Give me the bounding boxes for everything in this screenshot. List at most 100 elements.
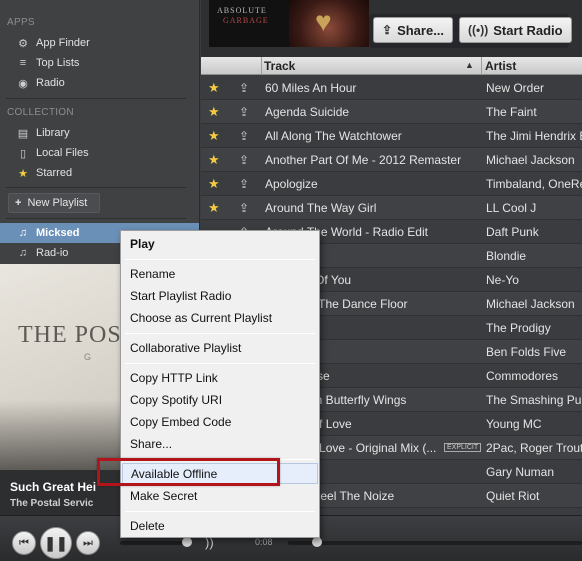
artist-name[interactable]: Ben Folds Five (486, 345, 582, 359)
track-name: Another Part Of Me - 2012 Remaster (265, 153, 462, 167)
now-playing-title[interactable]: Such Great Hei (10, 480, 96, 494)
cover-text: GARBAGE (223, 16, 269, 25)
top-button-group: ⇪ Share... ((•)) Start Radio (369, 14, 572, 48)
artist-name[interactable]: Daft Punk (486, 225, 582, 239)
top-bar: ABSOLUTE GARBAGE ♥ ⇪ Share... ((•)) Star… (201, 0, 582, 57)
volume-slider-handle[interactable] (182, 537, 192, 547)
sidebar-item-radio[interactable]: ◉ Radio (0, 73, 199, 93)
next-button[interactable]: ⏭ (76, 531, 100, 555)
share-button[interactable]: ⇪ Share... (373, 17, 454, 43)
volume-slider[interactable] (120, 541, 190, 545)
elapsed-time: 0:08 (255, 537, 273, 547)
heart-dagger-icon: ♥ (315, 6, 332, 37)
sidebar-item-label: Library (36, 127, 70, 139)
sidebar-item-label: Micksed (36, 227, 80, 239)
radio-icon: ((•)) (468, 23, 489, 37)
sidebar-item-local-files[interactable]: ▯ Local Files (0, 143, 199, 163)
table-row[interactable]: ★ ⇪ Apologize Timbaland, OneRe (201, 172, 582, 196)
artist-name[interactable]: Michael Jackson (486, 297, 582, 311)
menu-item-delete[interactable]: Delete (122, 515, 318, 536)
progress-slider[interactable] (288, 541, 582, 545)
table-row[interactable]: ★ ⇪ All Along The Watchtower The Jimi Hendr… (201, 124, 582, 148)
explicit-badge: EXPLICIT (444, 443, 482, 452)
artist-name[interactable]: The Smashing Pun (486, 393, 582, 407)
column-header-track[interactable]: Track (264, 59, 295, 73)
artist-name[interactable]: The Faint (486, 105, 582, 119)
table-row[interactable]: ★ ⇪ Around The Way Girl LL Cool J (201, 196, 582, 220)
sort-ascending-icon: ▲ (465, 60, 474, 70)
share-icon[interactable]: ⇪ (239, 129, 249, 143)
star-icon[interactable]: ★ (208, 80, 220, 96)
star-icon[interactable]: ★ (208, 200, 220, 216)
menu-item-copy-http-link[interactable]: Copy HTTP Link (122, 367, 318, 388)
artist-name[interactable]: Young MC (486, 417, 582, 431)
menu-item-play[interactable]: Play (122, 233, 318, 254)
music-note-icon: ♫ (18, 227, 28, 239)
artist-name[interactable]: Timbaland, OneRe (486, 177, 582, 191)
collection-header: COLLECTION (7, 107, 74, 118)
share-icon[interactable]: ⇪ (239, 105, 249, 119)
sidebar-item-library[interactable]: ▤ Library (0, 123, 199, 143)
star-icon[interactable]: ★ (208, 176, 220, 192)
share-icon[interactable]: ⇪ (239, 177, 249, 191)
share-icon[interactable]: ⇪ (239, 201, 249, 215)
menu-item-copy-embed-code[interactable]: Copy Embed Code (122, 411, 318, 432)
menu-item-choose-current-playlist[interactable]: Choose as Current Playlist (122, 307, 318, 328)
artist-name[interactable]: New Order (486, 81, 582, 95)
sidebar-item-starred[interactable]: ★ Starred (0, 163, 199, 183)
sidebar-divider (6, 218, 186, 219)
star-icon[interactable]: ★ (208, 104, 220, 120)
star-icon[interactable]: ★ (208, 152, 220, 168)
menu-item-rename[interactable]: Rename (122, 263, 318, 284)
track-name: Agenda Suicide (265, 105, 350, 119)
artist-name[interactable]: Quiet Riot (486, 489, 582, 503)
previous-icon: ⏮ (19, 536, 29, 549)
sidebar-item-label: App Finder (36, 37, 90, 49)
album-cover[interactable]: ABSOLUTE GARBAGE (209, 0, 289, 47)
menu-item-copy-spotify-uri[interactable]: Copy Spotify URI (122, 389, 318, 410)
pause-button[interactable]: ❚❚ (40, 527, 72, 559)
column-divider (481, 57, 482, 75)
column-header-artist[interactable]: Artist (485, 59, 516, 73)
previous-button[interactable]: ⏮ (12, 531, 36, 555)
artist-name[interactable]: Gary Numan (486, 465, 582, 479)
artist-name[interactable]: Michael Jackson (486, 153, 582, 167)
star-icon[interactable]: ★ (208, 128, 220, 144)
local-files-icon: ▯ (19, 147, 27, 160)
menu-item-start-playlist-radio[interactable]: Start Playlist Radio (122, 285, 318, 306)
artist-name[interactable]: 2Pac, Roger Trout (486, 441, 582, 455)
sidebar-item-app-finder[interactable]: ⚙ App Finder (0, 33, 199, 53)
artist-name[interactable]: Ne-Yo (486, 273, 582, 287)
menu-item-make-secret[interactable]: Make Secret (122, 485, 318, 506)
menu-item-share[interactable]: Share... (122, 433, 318, 454)
sidebar-item-top-lists[interactable]: ≡ Top Lists (0, 53, 199, 73)
radio-icon: ◉ (18, 77, 28, 90)
table-row[interactable]: ★ ⇪ 60 Miles An Hour New Order (201, 76, 582, 100)
share-icon[interactable]: ⇪ (239, 81, 249, 95)
now-playing-artist[interactable]: The Postal Servic (10, 498, 93, 509)
share-icon[interactable]: ⇪ (239, 153, 249, 167)
artist-name[interactable]: The Jimi Hendrix E (486, 129, 582, 143)
progress-slider-handle[interactable] (312, 537, 322, 547)
menu-separator (125, 363, 315, 364)
menu-item-collaborative-playlist[interactable]: Collaborative Playlist (122, 337, 318, 358)
artist-name[interactable]: Commodores (486, 369, 582, 383)
annotation-highlight-box (97, 458, 280, 486)
album-cover[interactable]: ♥ (289, 0, 369, 47)
artist-name[interactable]: The Prodigy (486, 321, 582, 335)
start-radio-button[interactable]: ((•)) Start Radio (459, 17, 572, 43)
top-lists-icon: ≡ (19, 57, 27, 69)
track-name: 60 Miles An Hour (265, 81, 357, 95)
sidebar-item-label: Local Files (36, 147, 89, 159)
table-row[interactable]: ★ ⇪ Agenda Suicide The Faint (201, 100, 582, 124)
sidebar-divider (6, 187, 186, 188)
apps-header: APPS (7, 17, 35, 28)
library-icon: ▤ (17, 127, 29, 140)
new-playlist-button[interactable]: + New Playlist (8, 193, 100, 213)
artist-name[interactable]: LL Cool J (486, 201, 582, 215)
table-row[interactable]: ★ ⇪ Another Part Of Me - 2012 Remaster Mich… (201, 148, 582, 172)
artist-name[interactable]: Blondie (486, 249, 582, 263)
track-name: Around The Way Girl (265, 201, 377, 215)
playlist-context-menu: Play Rename Start Playlist Radio Choose … (120, 230, 320, 538)
menu-separator (125, 511, 315, 512)
